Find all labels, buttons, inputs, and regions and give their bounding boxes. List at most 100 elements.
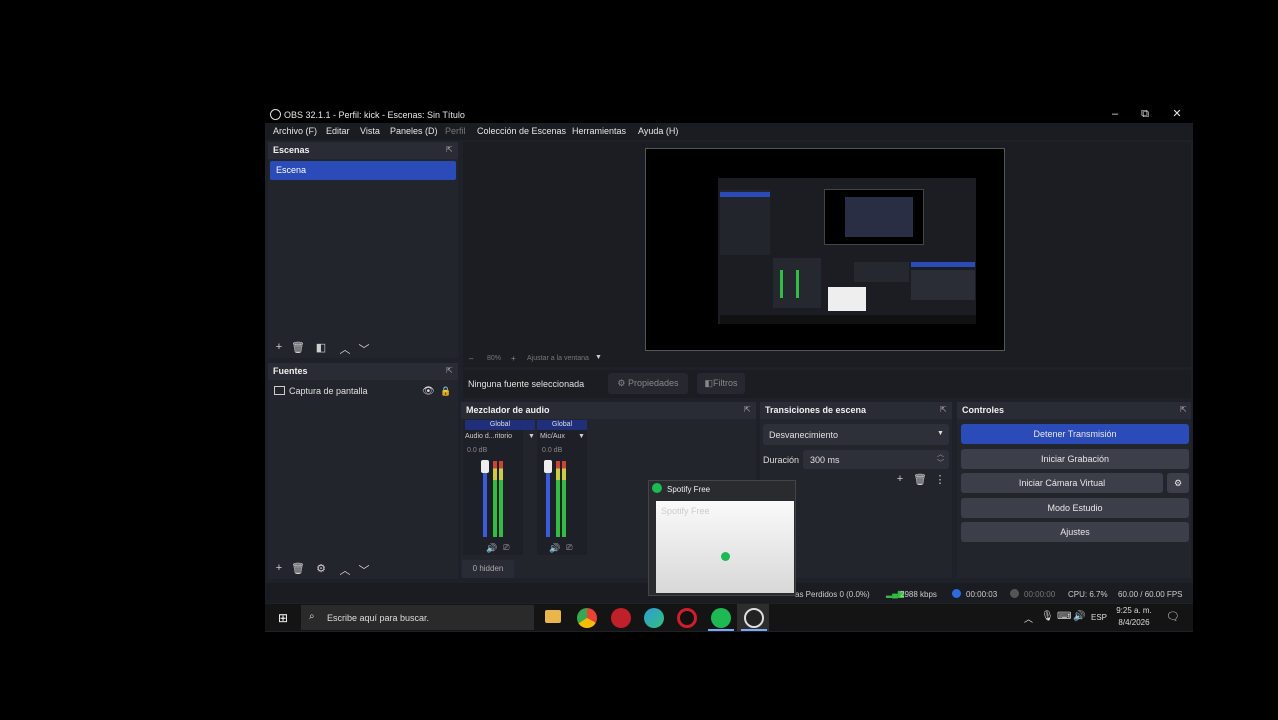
menu-view[interactable]: Vista bbox=[360, 126, 380, 136]
menu-file[interactable]: Archivo (F) bbox=[273, 126, 317, 136]
menu-profile[interactable]: Perfil bbox=[445, 126, 466, 136]
menu-docks[interactable]: Paneles (D) bbox=[390, 126, 438, 136]
close-button[interactable]: ✕ bbox=[1165, 106, 1189, 122]
move-down-button[interactable]: ﹀ bbox=[357, 562, 371, 578]
chrome-icon[interactable] bbox=[577, 608, 597, 628]
menu-tools[interactable]: Herramientas bbox=[572, 126, 626, 136]
file-explorer-icon[interactable] bbox=[545, 610, 561, 623]
speaker-icon[interactable]: 🔊 bbox=[486, 543, 497, 554]
undock-icon[interactable]: ⇱ bbox=[1180, 405, 1190, 415]
spotify-taskbar-icon[interactable] bbox=[711, 608, 731, 628]
fit-to-window[interactable]: Ajustar a la ventana bbox=[527, 355, 589, 362]
undock-icon[interactable]: ⇱ bbox=[446, 366, 456, 376]
spotify-thumbnail-text: Spotify Free bbox=[661, 506, 710, 516]
nested-preview-inner bbox=[845, 197, 913, 237]
add-transition-button[interactable]: + bbox=[893, 473, 907, 485]
audio-meter bbox=[493, 461, 497, 537]
move-down-button[interactable]: ﹀ bbox=[357, 341, 371, 357]
monitor-headphones-icon[interactable]: ⎚ bbox=[566, 543, 572, 553]
hidden-channels-button[interactable]: 0 hidden bbox=[462, 560, 514, 578]
remove-source-button[interactable]: 🗑 bbox=[291, 562, 305, 575]
channel-name: Mic/Aux bbox=[540, 433, 565, 440]
volume-fader-handle[interactable] bbox=[481, 460, 489, 473]
cpu-usage: CPU: 6.7% bbox=[1068, 590, 1108, 599]
spin-arrows-icon[interactable]: ︿ ﹀ bbox=[937, 450, 944, 468]
visibility-eye-icon[interactable]: 👁 bbox=[422, 386, 435, 397]
recording-status-icon bbox=[1010, 589, 1019, 598]
rec-time: 00:00:00 bbox=[1024, 590, 1056, 599]
undock-icon[interactable]: ⇱ bbox=[940, 405, 950, 415]
menu-help[interactable]: Ayuda (H) bbox=[638, 126, 678, 136]
clock-date[interactable]: 8/4/2026 bbox=[1116, 618, 1152, 627]
channel-tag: Global bbox=[465, 420, 535, 430]
zoom-out-button[interactable]: – bbox=[469, 354, 473, 363]
lock-icon[interactable]: 🔒 bbox=[440, 386, 451, 397]
minimize-button[interactable]: – bbox=[1103, 106, 1127, 122]
menu-edit[interactable]: Editar bbox=[326, 126, 350, 136]
speaker-icon[interactable]: 🔊 bbox=[549, 543, 560, 554]
properties-button[interactable]: ⚙ Propiedades bbox=[608, 373, 688, 394]
more-options-icon[interactable]: ⋮ bbox=[933, 473, 947, 486]
obs-logo-icon bbox=[270, 109, 281, 120]
maximize-button[interactable]: ⧉ bbox=[1133, 106, 1157, 122]
filters-button[interactable]: ◧Filtros bbox=[697, 373, 745, 394]
dropped-frames: as Perdidos 0 (0.0%) bbox=[795, 590, 870, 599]
bitrate: 2988 kbps bbox=[900, 590, 937, 599]
audio-meter bbox=[556, 461, 560, 537]
microphone-icon[interactable]: 🎙 bbox=[1041, 611, 1054, 622]
notifications-icon[interactable]: 🗨 bbox=[1166, 610, 1180, 623]
volume-icon[interactable]: 🔊 bbox=[1073, 611, 1085, 622]
network-icon[interactable]: ⌨ bbox=[1057, 611, 1071, 622]
chevron-down-icon[interactable]: ▼ bbox=[595, 354, 602, 361]
start-recording-button[interactable]: Iniciar Grabación bbox=[961, 449, 1189, 469]
move-up-button[interactable]: ︿ bbox=[338, 562, 352, 578]
virtual-cam-settings-gear-icon[interactable]: ⚙ bbox=[1167, 473, 1189, 493]
scene-item[interactable]: Escena bbox=[270, 161, 456, 180]
channel-name: Audio d...ritorio bbox=[465, 433, 513, 440]
language-indicator[interactable]: ESP bbox=[1091, 613, 1107, 622]
move-up-button[interactable]: ︿ bbox=[338, 341, 352, 357]
monitor-headphones-icon[interactable]: ⎚ bbox=[503, 543, 509, 553]
stop-stream-button[interactable]: Detener Transmisión bbox=[961, 424, 1189, 444]
opera-icon[interactable] bbox=[677, 608, 697, 628]
chevron-up-icon[interactable]: ︿ bbox=[1024, 612, 1033, 625]
nested-taskbar bbox=[720, 315, 976, 324]
app-red-icon[interactable] bbox=[611, 608, 631, 628]
nested-transitions bbox=[854, 262, 909, 282]
add-scene-button[interactable]: + bbox=[272, 341, 286, 353]
active-indicator bbox=[708, 629, 734, 631]
scene-filters-button[interactable]: ◧ bbox=[314, 341, 328, 354]
undock-icon[interactable]: ⇱ bbox=[744, 405, 754, 415]
channel-menu-chevron-icon[interactable]: ▼ bbox=[578, 433, 585, 440]
stream-status-icon bbox=[952, 589, 961, 598]
nested-scene-selected bbox=[720, 192, 770, 197]
windows-start-icon[interactable]: ⊞ bbox=[278, 611, 288, 625]
audio-mixer-title: Mezclador de audio bbox=[461, 402, 756, 419]
menu-scene-collection[interactable]: Colección de Escenas bbox=[477, 126, 566, 136]
channel-menu-chevron-icon[interactable]: ▼ bbox=[528, 433, 535, 440]
clock-time[interactable]: 9:25 a. m. bbox=[1116, 606, 1152, 615]
filter-icon: ◧ bbox=[704, 378, 713, 388]
settings-button[interactable]: Ajustes bbox=[961, 522, 1189, 542]
obs-taskbar-icon[interactable] bbox=[744, 608, 764, 628]
volume-fader-handle[interactable] bbox=[544, 460, 552, 473]
spotify-logo-icon bbox=[652, 483, 662, 493]
remove-scene-button[interactable]: 🗑 bbox=[291, 341, 305, 354]
source-item[interactable]: Captura de pantalla bbox=[274, 386, 368, 396]
undock-icon[interactable]: ⇱ bbox=[446, 145, 456, 155]
zoom-in-button[interactable]: + bbox=[511, 354, 516, 363]
nested-controls bbox=[911, 270, 975, 300]
studio-mode-button[interactable]: Modo Estudio bbox=[961, 498, 1189, 518]
monitor-icon bbox=[274, 386, 285, 395]
remove-transition-button[interactable]: 🗑 bbox=[913, 473, 927, 486]
search-icon: ⌕ bbox=[309, 611, 315, 622]
source-settings-button[interactable]: ⚙ bbox=[314, 562, 328, 575]
duration-value: 300 ms bbox=[810, 455, 840, 465]
edge-icon[interactable] bbox=[644, 608, 664, 628]
sources-title: Fuentes bbox=[268, 363, 458, 380]
window-title: OBS 32.1.1 - Perfil: kick - Escenas: Sin… bbox=[270, 109, 465, 120]
scenes-title: Escenas bbox=[268, 142, 458, 159]
start-virtual-cam-button[interactable]: Iniciar Cámara Virtual bbox=[961, 473, 1163, 493]
add-source-button[interactable]: + bbox=[272, 562, 286, 574]
no-source-selected: Ninguna fuente seleccionada bbox=[468, 379, 585, 389]
